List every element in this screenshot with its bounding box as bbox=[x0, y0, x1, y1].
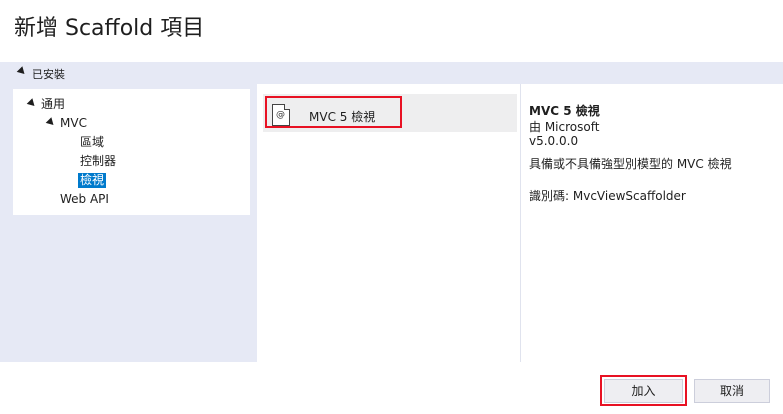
installed-section-header[interactable]: 已安裝 bbox=[0, 62, 783, 84]
installed-label: 已安裝 bbox=[32, 68, 65, 81]
dialog-title: 新增 Scaffold 項目 bbox=[14, 16, 205, 41]
tree-item-view[interactable]: 檢視 bbox=[78, 173, 107, 188]
tree-item-controller[interactable]: 控制器 bbox=[80, 154, 116, 169]
tree-item-webapi[interactable]: Web API bbox=[60, 192, 109, 207]
expand-common-icon[interactable] bbox=[26, 98, 38, 109]
detail-description: 具備或不具備強型別模型的 MVC 檢視 bbox=[529, 157, 732, 171]
tree-item-mvc[interactable]: MVC bbox=[60, 116, 87, 131]
tree-item-area[interactable]: 區域 bbox=[80, 135, 104, 150]
collapse-triangle-icon[interactable] bbox=[16, 66, 28, 77]
template-highlight-box bbox=[265, 96, 402, 128]
expand-mvc-icon[interactable] bbox=[45, 117, 57, 128]
cancel-button[interactable]: 取消 bbox=[694, 379, 770, 403]
detail-version: v5.0.0.0 bbox=[529, 134, 579, 148]
detail-id: 識別碼: MvcViewScaffolder bbox=[529, 189, 686, 203]
detail-name: MVC 5 檢視 bbox=[529, 104, 600, 118]
template-list: @ MVC 5 檢視 bbox=[257, 84, 520, 362]
category-tree: 通用 MVC 區域 控制器 檢視 Web API bbox=[13, 89, 250, 215]
tree-item-common[interactable]: 通用 bbox=[41, 97, 65, 112]
add-button-highlight bbox=[600, 375, 687, 406]
detail-publisher: 由 Microsoft bbox=[529, 120, 600, 134]
